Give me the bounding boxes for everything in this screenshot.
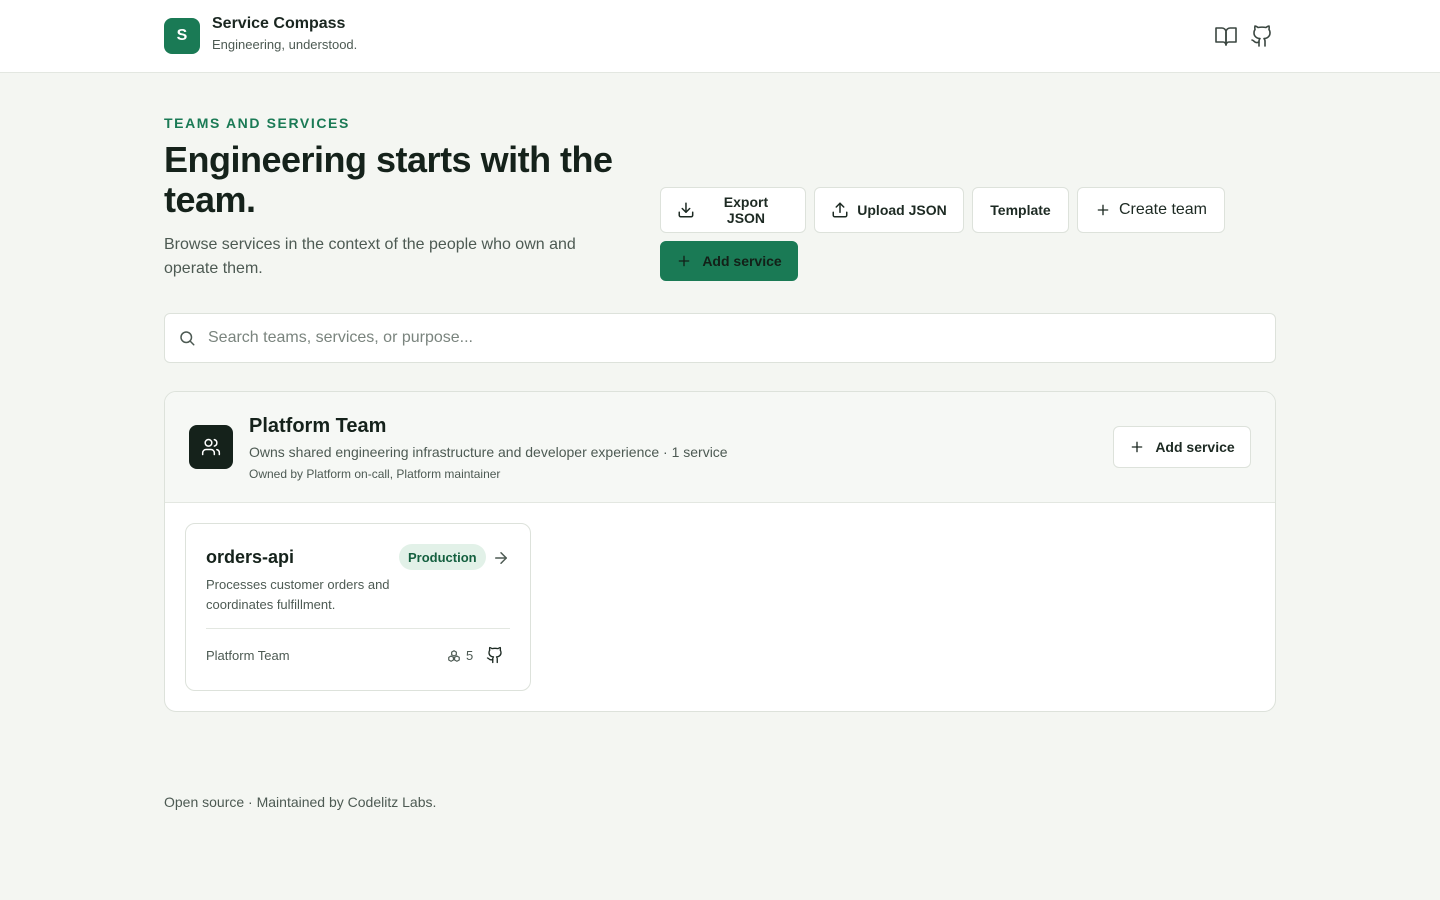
page-description: Browse services in the context of the pe…	[164, 236, 576, 277]
upload-json-label: Upload JSON	[857, 202, 947, 218]
app-logo: S	[164, 18, 200, 54]
service-team: Platform Team	[206, 648, 290, 663]
team-card: Platform Team Owns shared engineering in…	[164, 391, 1276, 712]
export-json-button[interactable]: Export JSON	[660, 187, 806, 233]
search-icon	[180, 331, 195, 346]
add-service-label: Add service	[702, 253, 782, 269]
team-add-service-button[interactable]: Add service	[1113, 426, 1251, 468]
add-service-button[interactable]: Add service	[660, 241, 798, 281]
upload-json-button[interactable]: Upload JSON	[814, 187, 964, 233]
plus-icon	[1131, 441, 1143, 453]
top-bar: S Service Compass Engineering, understoo…	[0, 0, 1440, 73]
app-title: Service Compass	[212, 15, 346, 32]
service-description: Processes customer orders and coordinate…	[206, 577, 390, 612]
template-label: Template	[990, 202, 1051, 218]
service-card[interactable]: orders-api Production Processes customer…	[185, 523, 531, 691]
arrow-right-icon[interactable]	[492, 549, 510, 567]
footer-text: Open source · Maintained by Codelitz Lab…	[164, 794, 437, 810]
page-title: Engineering starts with the team.	[164, 139, 613, 220]
boxes-icon	[448, 649, 460, 662]
search-bar	[164, 313, 1276, 363]
brand-text: Service Compass Engineering, understood.	[212, 15, 358, 54]
plus-icon	[1097, 204, 1109, 216]
github-icon[interactable]	[486, 646, 504, 664]
team-description: Owns shared engineering infrastructure a…	[249, 444, 728, 460]
create-team-label: Create team	[1118, 201, 1208, 218]
app-subtitle: Engineering, understood.	[212, 37, 358, 52]
dependencies-count: 5	[447, 648, 473, 663]
users-icon	[201, 438, 221, 456]
template-button[interactable]: Template	[972, 187, 1069, 233]
team-name[interactable]: Platform Team	[249, 415, 386, 438]
team-owners: Owned by Platform on-call, Platform main…	[249, 467, 501, 481]
top-icons	[1214, 24, 1274, 48]
brand[interactable]: S Service Compass Engineering, understoo…	[164, 15, 358, 54]
team-add-service-label: Add service	[1155, 439, 1235, 455]
environment-badge: Production	[399, 544, 486, 570]
upload-icon	[832, 202, 848, 218]
divider	[206, 628, 510, 629]
service-name[interactable]: orders-api	[206, 547, 294, 568]
section-eyebrow: TEAMS AND SERVICES	[164, 115, 350, 131]
dependencies-value: 5	[466, 648, 474, 663]
team-avatar	[189, 425, 233, 469]
action-row: Export JSON Upload JSON Template Create …	[660, 187, 1280, 233]
export-json-label: Export JSON	[723, 194, 769, 226]
download-icon	[678, 202, 694, 218]
github-icon[interactable]	[1250, 24, 1274, 48]
action-toolbar: Export JSON Upload JSON Template Create …	[660, 187, 1280, 281]
plus-icon	[678, 255, 690, 267]
create-team-button[interactable]: Create team	[1077, 187, 1225, 233]
team-header: Platform Team Owns shared engineering in…	[165, 392, 1275, 503]
search-input[interactable]	[208, 329, 1208, 347]
book-icon[interactable]	[1214, 24, 1238, 48]
